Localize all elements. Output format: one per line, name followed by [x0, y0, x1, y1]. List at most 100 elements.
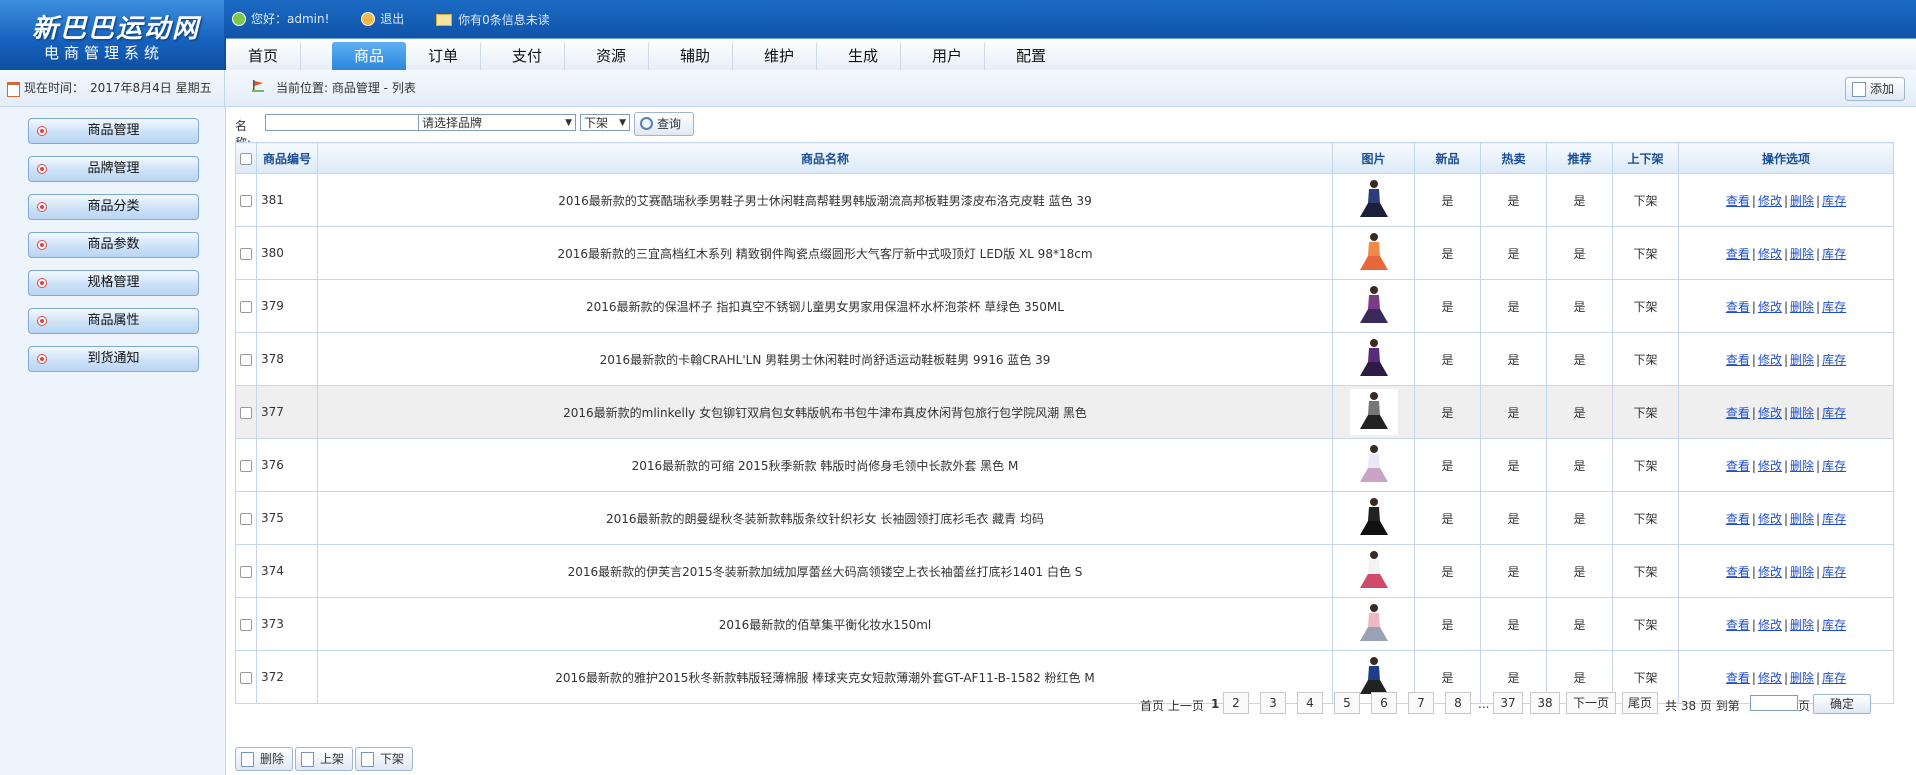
delete-link[interactable]: 删除	[1790, 671, 1814, 685]
delete-link[interactable]: 删除	[1790, 512, 1814, 526]
sidebar-item-parameters[interactable]: 商品参数	[28, 232, 199, 258]
stock-link[interactable]: 库存	[1822, 300, 1846, 314]
delete-link[interactable]: 删除	[1790, 353, 1814, 367]
tab-maintenance[interactable]: 维护	[742, 42, 817, 70]
sidebar-item-arrival-notice[interactable]: 到货通知	[28, 346, 199, 372]
delete-link[interactable]: 删除	[1790, 459, 1814, 473]
edit-link[interactable]: 修改	[1758, 194, 1782, 208]
row-select-cell[interactable]	[235, 544, 257, 598]
delete-link[interactable]: 删除	[1790, 247, 1814, 261]
tab-orders[interactable]: 订单	[406, 42, 481, 70]
row-checkbox[interactable]	[240, 300, 252, 313]
edit-link[interactable]: 修改	[1758, 459, 1782, 473]
select-all-cell[interactable]	[235, 142, 257, 174]
row-select-cell[interactable]	[235, 650, 257, 704]
pager-page[interactable]: 5	[1334, 692, 1360, 714]
shelve-button[interactable]: 上架	[295, 747, 353, 771]
row-checkbox[interactable]	[240, 459, 252, 472]
edit-link[interactable]: 修改	[1758, 353, 1782, 367]
view-link[interactable]: 查看	[1726, 300, 1750, 314]
tab-home[interactable]: 首页	[226, 42, 301, 70]
view-link[interactable]: 查看	[1726, 194, 1750, 208]
delete-link[interactable]: 删除	[1790, 618, 1814, 632]
stock-link[interactable]: 库存	[1822, 459, 1846, 473]
row-checkbox[interactable]	[240, 512, 252, 525]
row-checkbox[interactable]	[240, 671, 252, 684]
row-select-cell[interactable]	[235, 279, 257, 333]
row-checkbox[interactable]	[240, 565, 252, 578]
view-link[interactable]: 查看	[1726, 512, 1750, 526]
row-checkbox[interactable]	[240, 406, 252, 419]
sidebar-item-brand-management[interactable]: 品牌管理	[28, 156, 199, 182]
row-checkbox[interactable]	[240, 618, 252, 631]
stock-link[interactable]: 库存	[1822, 512, 1846, 526]
sidebar-item-goods-management[interactable]: 商品管理	[28, 118, 199, 144]
messages-link[interactable]: 你有0条信息未读	[436, 11, 550, 28]
row-checkbox[interactable]	[240, 194, 252, 207]
edit-link[interactable]: 修改	[1758, 300, 1782, 314]
query-button[interactable]: 查询	[634, 112, 694, 136]
sidebar-item-category[interactable]: 商品分类	[28, 194, 199, 220]
pager-page[interactable]: 38	[1530, 692, 1560, 714]
view-link[interactable]: 查看	[1726, 671, 1750, 685]
row-select-cell[interactable]	[235, 597, 257, 651]
select-all-checkbox[interactable]	[240, 152, 252, 165]
pager-page[interactable]: 4	[1297, 692, 1323, 714]
status-select[interactable]: 下架 ▼	[580, 114, 630, 131]
edit-link[interactable]: 修改	[1758, 618, 1782, 632]
row-select-cell[interactable]	[235, 173, 257, 227]
tab-goods[interactable]: 商品	[332, 42, 406, 70]
row-select-cell[interactable]	[235, 438, 257, 492]
tab-resources[interactable]: 资源	[574, 42, 649, 70]
edit-link[interactable]: 修改	[1758, 406, 1782, 420]
stock-link[interactable]: 库存	[1822, 353, 1846, 367]
stock-link[interactable]: 库存	[1822, 194, 1846, 208]
row-checkbox[interactable]	[240, 353, 252, 366]
view-link[interactable]: 查看	[1726, 618, 1750, 632]
stock-link[interactable]: 库存	[1822, 247, 1846, 261]
view-link[interactable]: 查看	[1726, 459, 1750, 473]
edit-link[interactable]: 修改	[1758, 512, 1782, 526]
delete-link[interactable]: 删除	[1790, 300, 1814, 314]
pager-page[interactable]: 6	[1371, 692, 1397, 714]
row-select-cell[interactable]	[235, 332, 257, 386]
edit-link[interactable]: 修改	[1758, 565, 1782, 579]
pager-page[interactable]: 37	[1493, 692, 1523, 714]
sidebar-item-attributes[interactable]: 商品属性	[28, 308, 199, 334]
tab-auxiliary[interactable]: 辅助	[658, 42, 733, 70]
view-link[interactable]: 查看	[1726, 406, 1750, 420]
stock-link[interactable]: 库存	[1822, 671, 1846, 685]
row-select-cell[interactable]	[235, 385, 257, 439]
tab-generate[interactable]: 生成	[826, 42, 901, 70]
add-button[interactable]: 添加	[1845, 77, 1905, 101]
stock-link[interactable]: 库存	[1822, 406, 1846, 420]
brand-select[interactable]: 请选择品牌 ▼	[418, 114, 576, 131]
edit-link[interactable]: 修改	[1758, 671, 1782, 685]
unshelve-button[interactable]: 下架	[355, 747, 413, 771]
delete-link[interactable]: 删除	[1790, 194, 1814, 208]
pager-page[interactable]: 2	[1223, 692, 1249, 714]
pager-next[interactable]: 下一页	[1566, 692, 1616, 714]
pager-page[interactable]: 3	[1260, 692, 1286, 714]
view-link[interactable]: 查看	[1726, 565, 1750, 579]
row-select-cell[interactable]	[235, 491, 257, 545]
pager-page[interactable]: 7	[1408, 692, 1434, 714]
stock-link[interactable]: 库存	[1822, 565, 1846, 579]
sidebar-item-specs[interactable]: 规格管理	[28, 270, 199, 296]
tab-config[interactable]: 配置	[994, 42, 1068, 70]
pager-first-prev[interactable]: 首页 上一页	[1140, 697, 1204, 714]
tab-users[interactable]: 用户	[910, 42, 985, 70]
tab-payment[interactable]: 支付	[490, 42, 565, 70]
row-select-cell[interactable]	[235, 226, 257, 280]
pager-page[interactable]: 8	[1445, 692, 1471, 714]
edit-link[interactable]: 修改	[1758, 247, 1782, 261]
view-link[interactable]: 查看	[1726, 353, 1750, 367]
pager-last[interactable]: 尾页	[1622, 692, 1658, 714]
page-jump-input[interactable]	[1750, 695, 1798, 711]
name-input[interactable]	[265, 114, 419, 131]
delete-link[interactable]: 删除	[1790, 406, 1814, 420]
row-checkbox[interactable]	[240, 247, 252, 260]
delete-button[interactable]: 删除	[235, 747, 293, 771]
delete-link[interactable]: 删除	[1790, 565, 1814, 579]
stock-link[interactable]: 库存	[1822, 618, 1846, 632]
